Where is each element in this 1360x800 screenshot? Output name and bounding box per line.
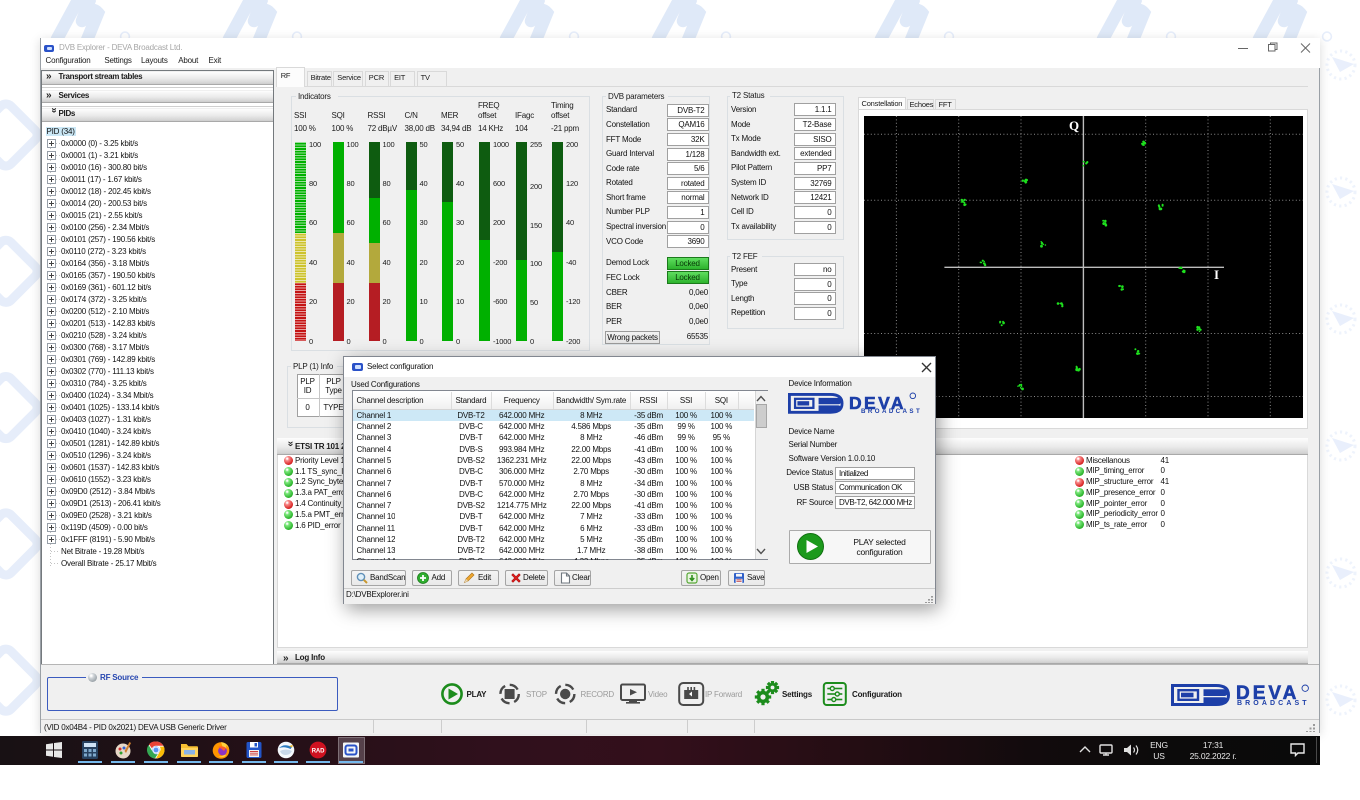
svg-text:Q: Q xyxy=(1069,118,1079,133)
svg-text:RAD: RAD xyxy=(312,749,325,755)
svg-text:I: I xyxy=(1214,267,1219,282)
